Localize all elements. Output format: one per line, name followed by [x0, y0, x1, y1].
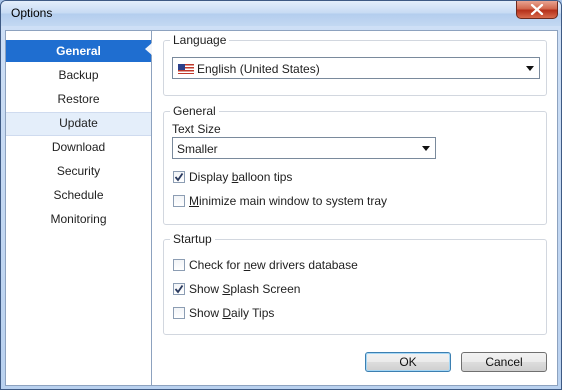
general-legend: General: [170, 104, 219, 118]
window-title: Options: [11, 6, 53, 20]
close-button[interactable]: [516, 1, 558, 19]
sidebar-item-general[interactable]: General: [6, 40, 151, 62]
sidebar-item-update[interactable]: Update: [6, 112, 151, 136]
sidebar-item-download[interactable]: Download: [6, 136, 151, 158]
sidebar-item-backup[interactable]: Backup: [6, 64, 151, 86]
splash-screen-checkbox[interactable]: [173, 283, 185, 295]
balloon-tips-checkbox[interactable]: [173, 171, 185, 183]
startup-group: Startup Check for new drivers database S…: [163, 232, 547, 335]
balloon-tips-label: Display balloon tips: [189, 170, 293, 184]
check-new-drivers-checkbox[interactable]: [173, 259, 185, 271]
language-dropdown[interactable]: English (United States): [172, 57, 540, 79]
options-window: Options General Backup Restore Update Do…: [0, 0, 562, 390]
language-legend: Language: [170, 33, 230, 47]
sidebar-item-monitoring[interactable]: Monitoring: [6, 208, 151, 230]
ok-button[interactable]: OK: [365, 352, 451, 372]
checkmark-icon: [174, 172, 184, 182]
sidebar: General Backup Restore Update Download S…: [5, 30, 152, 386]
sidebar-item-restore[interactable]: Restore: [6, 88, 151, 110]
minimize-to-tray-label: Minimize main window to system tray: [189, 194, 388, 208]
text-size-label: Text Size: [172, 122, 221, 136]
daily-tips-label: Show Daily Tips: [189, 306, 275, 320]
title-bar[interactable]: Options: [1, 1, 561, 26]
us-flag-icon: [178, 64, 194, 74]
checkmark-icon: [174, 284, 184, 294]
text-size-value: Smaller: [177, 142, 218, 156]
settings-panel: Language English (United States) General…: [152, 30, 558, 386]
chevron-down-icon: [526, 66, 534, 71]
startup-legend: Startup: [170, 232, 215, 246]
cancel-button[interactable]: Cancel: [461, 352, 547, 372]
daily-tips-checkbox[interactable]: [173, 307, 185, 319]
splash-screen-label: Show Splash Screen: [189, 282, 301, 296]
language-value: English (United States): [197, 62, 320, 76]
close-icon: [530, 4, 544, 15]
language-group: Language English (United States): [163, 33, 547, 96]
chevron-down-icon: [422, 146, 430, 151]
sidebar-item-schedule[interactable]: Schedule: [6, 184, 151, 206]
check-new-drivers-label: Check for new drivers database: [189, 258, 358, 272]
text-size-dropdown[interactable]: Smaller: [172, 137, 436, 159]
general-group: General Text Size Smaller Display balloo…: [163, 104, 547, 225]
sidebar-item-security[interactable]: Security: [6, 160, 151, 182]
minimize-to-tray-checkbox[interactable]: [173, 195, 185, 207]
